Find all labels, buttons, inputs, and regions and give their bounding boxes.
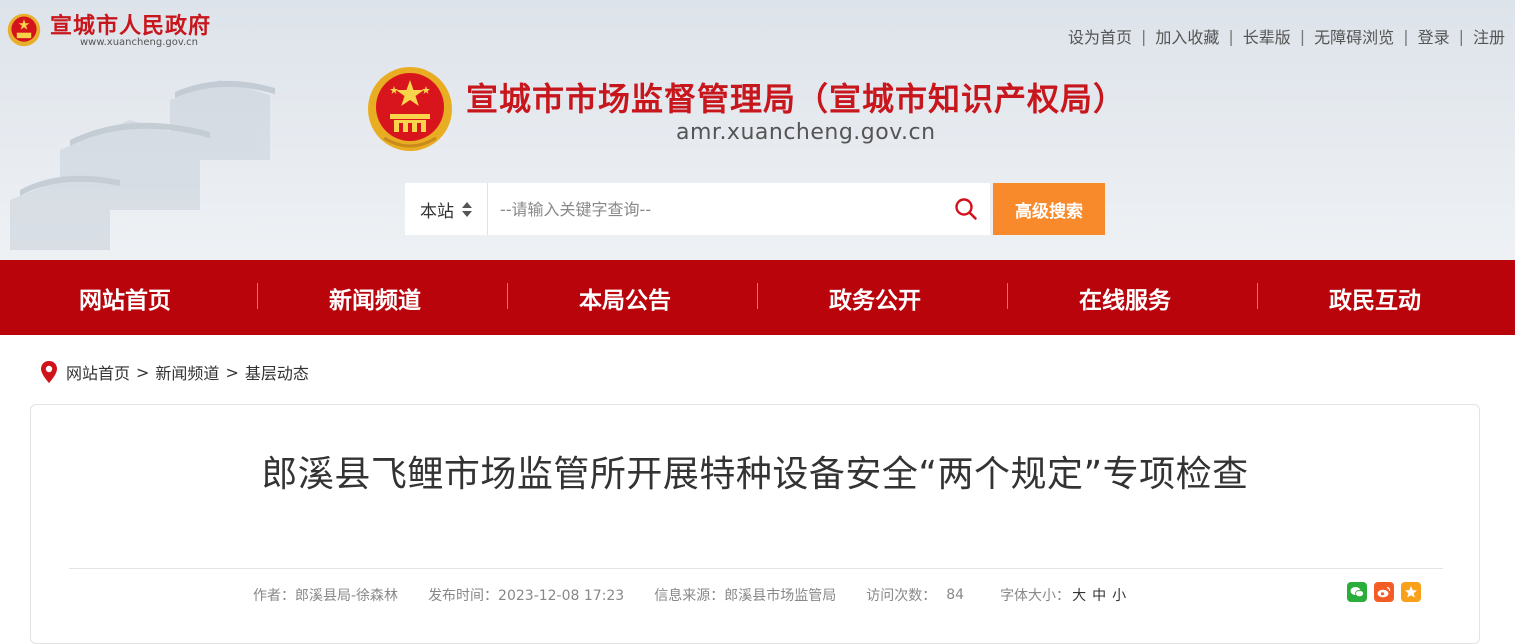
breadcrumb-local-news[interactable]: 基层动态 [245,360,309,384]
national-emblem-icon [7,13,41,47]
share-buttons [1347,582,1428,602]
link-separator: | [1299,26,1306,46]
article-author: 作者：郎溪县局-徐森林 [253,588,399,604]
article-title: 郎溪县飞鲤市场监管所开展特种设备安全“两个规定”专项检查 [261,454,1249,495]
register-link[interactable]: 注册 [1473,24,1505,48]
article-panel: 郎溪县飞鲤市场监管所开展特种设备安全“两个规定”专项检查 作者：郎溪县局-徐森林… [30,404,1480,644]
article-meta: 作者：郎溪县局-徐森林 发布时间：2023-12-08 17:23 信息来源：郎… [253,585,1126,605]
nav-item-announcements[interactable]: 本局公告 [500,281,750,315]
site-title[interactable]: 宣城市市场监督管理局（宣城市知识产权局） [466,74,1126,120]
article-publish-time: 发布时间：2023-12-08 17:23 [428,588,625,604]
nav-item-government-affairs[interactable]: 政务公开 [750,281,1000,315]
font-size-medium-button[interactable]: 中 [1092,585,1106,605]
site-url: amr.xuancheng.gov.cn [676,120,936,145]
nav-item-news[interactable]: 新闻频道 [250,281,500,315]
font-size-large-button[interactable]: 大 [1072,585,1086,605]
font-size-small-button[interactable]: 小 [1112,585,1126,605]
location-pin-icon [40,361,58,383]
gov-site-url: www.xuancheng.gov.cn [80,37,198,48]
sort-arrows-icon [462,201,472,217]
gov-site-title[interactable]: 宣城市人民政府 [50,8,211,40]
font-size-label: 字体大小： [1000,588,1071,604]
nav-item-interaction[interactable]: 政民互动 [1250,281,1500,315]
search-scope-select[interactable]: 本站 [405,183,488,235]
breadcrumb-separator: > [136,362,150,382]
search-scope-label: 本站 [420,201,454,222]
breadcrumb-news[interactable]: 新闻频道 [155,360,219,384]
link-separator: | [1403,26,1409,46]
search-bar: 本站 [405,183,990,235]
top-links: 设为首页 | 加入收藏 | 长辈版 | 无障碍浏览 | 登录 | 注册 [1068,24,1505,48]
breadcrumb-home[interactable]: 网站首页 [66,360,130,384]
set-homepage-link[interactable]: 设为首页 [1068,24,1132,48]
elder-version-link[interactable]: 长辈版 [1243,24,1291,48]
main-nav: 网站首页 新闻频道 本局公告 政务公开 在线服务 政民互动 [0,260,1515,335]
breadcrumb: 网站首页 > 新闻频道 > 基层动态 [40,360,309,384]
accessibility-link[interactable]: 无障碍浏览 [1314,24,1394,48]
article-source: 信息来源：郎溪县市场监管局 [654,588,837,604]
weibo-icon[interactable] [1374,582,1394,602]
site-header: 宣城市人民政府 www.xuancheng.gov.cn 设为首页 | 加入收藏… [0,0,1515,260]
visit-count-label: 访问次数： [866,588,937,604]
national-emblem-icon [368,67,452,151]
breadcrumb-separator: > [225,362,239,382]
search-button[interactable] [942,183,990,235]
divider [69,568,1443,569]
search-icon [955,198,977,220]
visit-count-value: 84 [946,587,965,603]
search-input[interactable] [488,183,942,235]
link-separator: | [1228,26,1234,46]
nav-item-home[interactable]: 网站首页 [0,281,250,315]
link-separator: | [1458,26,1464,46]
wechat-icon[interactable] [1347,582,1367,602]
favorite-icon[interactable] [1401,582,1421,602]
huizhou-architecture-decoration [10,80,275,250]
add-favorite-link[interactable]: 加入收藏 [1155,24,1219,48]
login-link[interactable]: 登录 [1418,24,1450,48]
link-separator: | [1140,26,1147,46]
advanced-search-button[interactable]: 高级搜索 [993,183,1105,235]
nav-item-online-services[interactable]: 在线服务 [1000,281,1250,315]
